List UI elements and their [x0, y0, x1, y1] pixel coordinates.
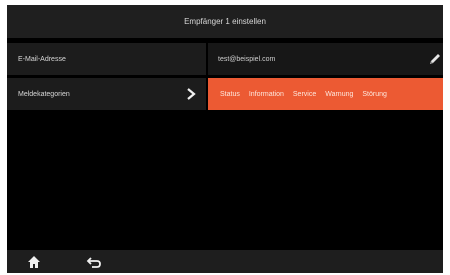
chevron-right-icon[interactable] — [185, 86, 197, 102]
message-categories-row[interactable]: Meldekategorien Status Information Servi… — [7, 78, 443, 110]
back-arrow-icon[interactable] — [86, 255, 102, 269]
message-categories-label: Meldekategorien — [7, 78, 206, 110]
email-address-field[interactable]: test@beispiel.com — [208, 43, 443, 75]
device-screen: Empfänger 1 einstellen E-Mail-Adresse te… — [7, 5, 443, 273]
title-bar: Empfänger 1 einstellen — [7, 5, 443, 38]
category-information: Information — [248, 90, 284, 98]
email-address-row[interactable]: E-Mail-Adresse test@beispiel.com — [7, 43, 443, 75]
category-warning: Warnung — [325, 90, 354, 98]
home-icon[interactable] — [27, 255, 41, 269]
page-title: Empfänger 1 einstellen — [184, 17, 266, 26]
bottom-navigation-bar — [7, 250, 443, 273]
email-address-label: E-Mail-Adresse — [7, 43, 206, 75]
category-service: Service — [292, 90, 317, 98]
email-address-value: test@beispiel.com — [218, 55, 276, 63]
category-status: Status — [220, 90, 240, 98]
pencil-icon[interactable] — [428, 51, 442, 67]
message-categories-list[interactable]: Status Information Service Warnung Störu… — [208, 78, 443, 110]
category-fault: Störung — [362, 90, 387, 98]
message-categories-label-text: Meldekategorien — [18, 90, 70, 98]
